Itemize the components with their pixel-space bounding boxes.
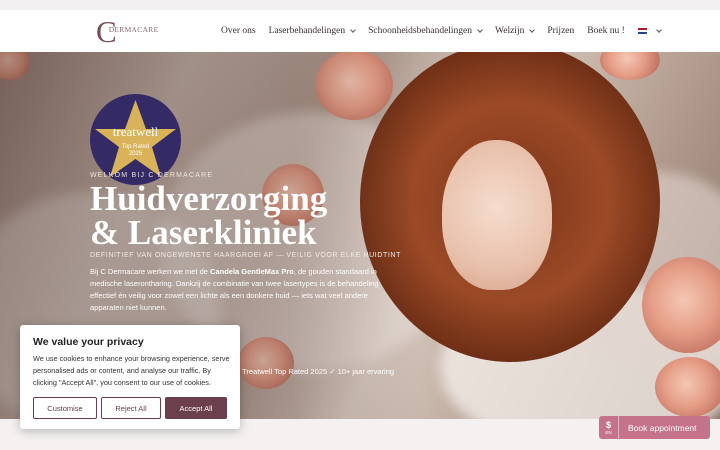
nav-item-prijzen[interactable]: Prijzen — [547, 26, 574, 36]
nav-label: Over ons — [221, 26, 256, 36]
site-header: C DERMACARE Over ons Laserbehandelingen … — [0, 10, 720, 52]
chevron-down-icon — [477, 26, 483, 33]
nav-label: Laserbehandelingen — [268, 26, 346, 36]
nav-label: Prijzen — [547, 26, 575, 36]
hero-title: Huidverzorging & Laserkliniek — [90, 181, 410, 252]
nav-item-boek-nu[interactable]: Boek nu ! — [587, 26, 624, 36]
cookie-text: We use cookies to enhance your browsing … — [33, 354, 230, 388]
top-strip — [0, 0, 720, 10]
nav-label: Schoonheidsbehandelingen — [368, 26, 473, 36]
chevron-down-icon — [350, 26, 356, 33]
reject-all-button[interactable]: Reject All — [101, 397, 161, 419]
cookie-title: We value your privacy — [33, 336, 144, 348]
treatwell-logo: treatwell — [112, 124, 159, 139]
nav-item-welzijn[interactable]: Welzijn — [495, 26, 536, 36]
accept-all-button[interactable]: Accept All — [165, 397, 227, 419]
language-switcher[interactable] — [637, 26, 662, 34]
hero-eyebrow: WELKOM BIJ C DERMACARE — [90, 172, 214, 179]
book-appointment-label: Book appointment — [628, 422, 697, 433]
nav-label: Welzijn — [495, 26, 525, 36]
nav-item-schoonheidsbehandelingen[interactable]: Schoonheidsbehandelingen — [368, 26, 483, 36]
chevron-down-icon — [655, 26, 662, 33]
nav-item-over-ons[interactable]: Over ons — [221, 26, 256, 36]
book-appointment-button[interactable]: $ EN Book appointment — [599, 416, 710, 439]
hero-title-line2: & Laserkliniek — [90, 213, 317, 252]
nav-label: Boek nu ! — [587, 26, 625, 36]
trust-line: s ✓ Treatwell Top Rated 2025 ✓ 10+ jaar … — [228, 367, 395, 376]
customise-button[interactable]: Customise — [33, 397, 97, 419]
portrait-face — [442, 140, 552, 290]
badge-top-rated: Top Rated — [121, 144, 150, 150]
main-nav: Over ons Laserbehandelingen Schoonheidsb… — [221, 10, 674, 52]
device-name: Candela GentleMax Pro — [210, 267, 294, 276]
logo-text: DERMACARE — [108, 24, 159, 34]
chevron-down-icon — [529, 26, 536, 33]
netherlands-flag-icon — [637, 28, 647, 34]
cookie-consent-dialog: We value your privacy We use cookies to … — [20, 325, 240, 429]
nav-item-laserbehandelingen[interactable]: Laserbehandelingen — [269, 26, 356, 36]
brand-logo[interactable]: C DERMACARE — [96, 15, 158, 47]
hero-tagline: DEFINITIEF VAN ONGEWENSTE HAARGROEI AF —… — [90, 252, 401, 259]
booking-widget-icon: $ EN — [599, 416, 619, 439]
badge-year: 2025 — [128, 150, 143, 157]
hero-intro: Bij C Dermacare werken we met de Candela… — [90, 267, 379, 312]
